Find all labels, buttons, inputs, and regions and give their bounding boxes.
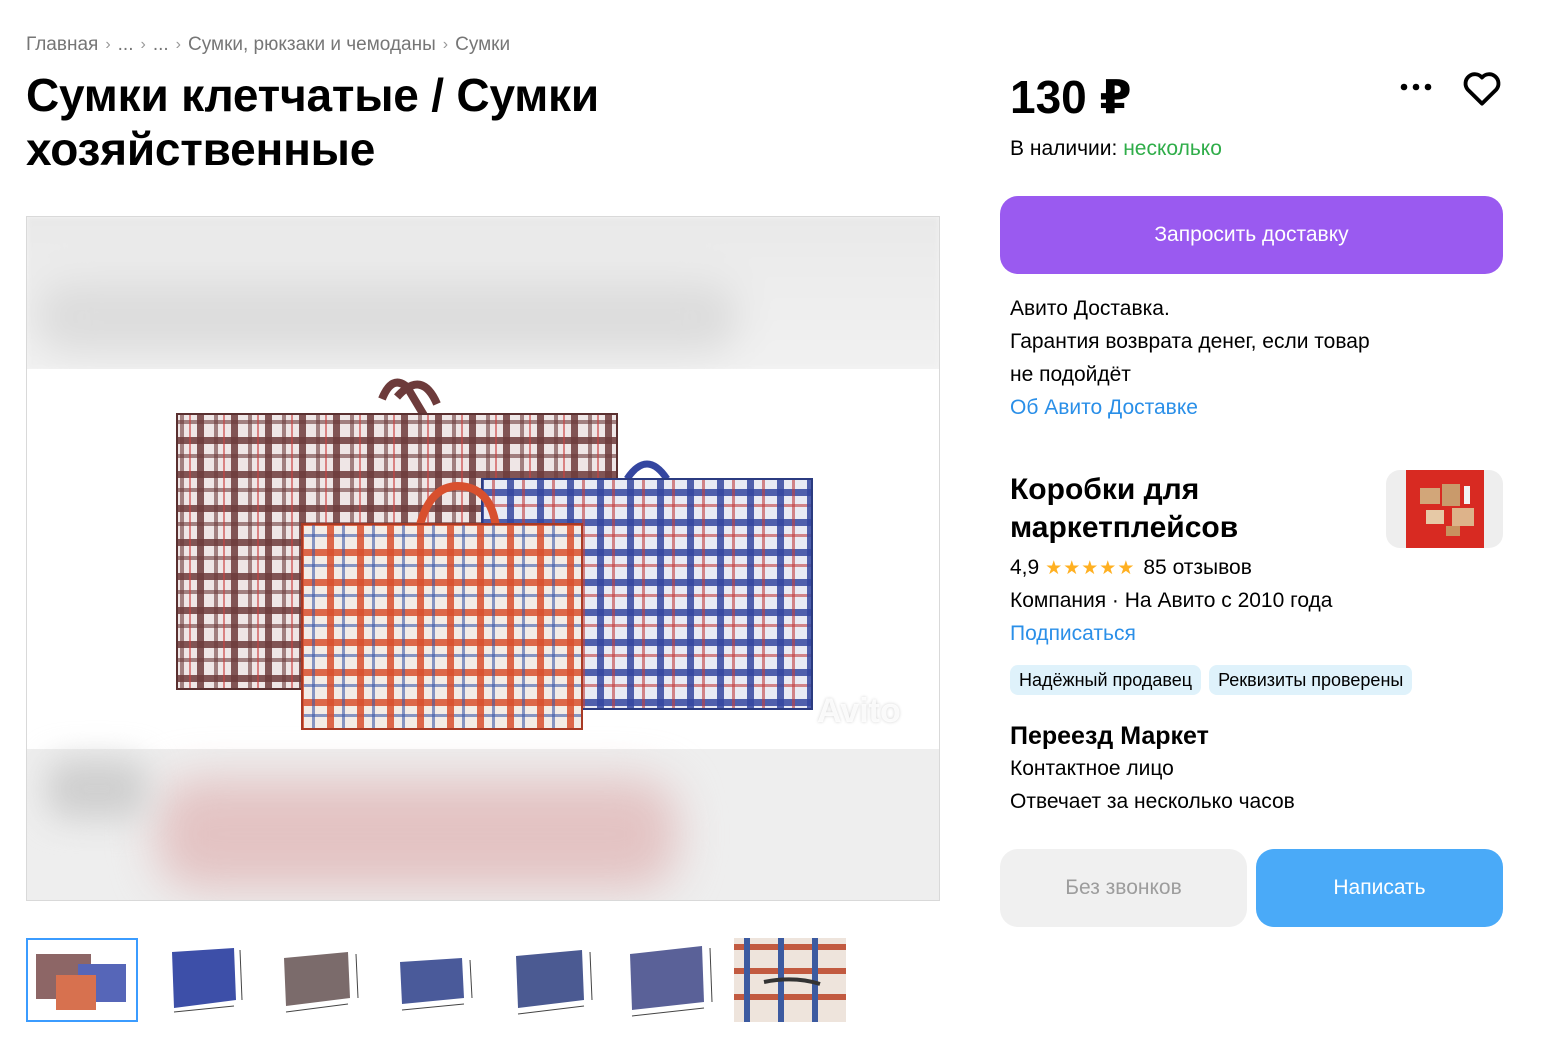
subscribe-link[interactable]: Подписаться	[1010, 622, 1136, 646]
breadcrumb-item-bags-backpacks[interactable]: Сумки, рюкзаки и чемоданы	[188, 34, 436, 56]
verified-details-badge[interactable]: Реквизиты проверены	[1209, 665, 1413, 695]
thumbnail-2[interactable]	[144, 938, 256, 1022]
availability-value: несколько	[1123, 137, 1222, 160]
chevron-right-icon: ›	[442, 36, 449, 53]
main-photo[interactable]: Avito	[26, 216, 940, 901]
availability: В наличии: несколько	[1010, 137, 1222, 161]
thumbnail-5[interactable]	[498, 938, 610, 1022]
seller-badges: Надёжный продавец Реквизиты проверены	[1010, 665, 1413, 695]
price: 130 ₽	[1010, 71, 1132, 123]
no-calls-button[interactable]: Без звонков	[1000, 849, 1247, 927]
breadcrumb: Главная › ... › ... › Сумки, рюкзаки и ч…	[26, 34, 510, 56]
star-icon: ★★★★★	[1045, 557, 1136, 579]
delivery-info: Авито Доставка. Гарантия возврата денег,…	[1010, 292, 1370, 424]
avito-watermark: Avito	[817, 692, 901, 730]
product-image	[27, 369, 939, 749]
seller-avatar[interactable]	[1386, 470, 1503, 548]
contact-name: Переезд Маркет	[1010, 722, 1209, 750]
favorite-button[interactable]	[1460, 66, 1504, 110]
seller-company-info: Компания · На Авито с 2010 года	[1010, 589, 1333, 612]
contact-role: Контактное лицо	[1010, 757, 1174, 780]
about-delivery-link[interactable]: Об Авито Доставке	[1010, 391, 1370, 424]
reliable-seller-badge[interactable]: Надёжный продавец	[1010, 665, 1202, 695]
more-dots-icon	[1400, 83, 1432, 91]
photo-blur-bottom	[27, 749, 939, 900]
thumbnail-1[interactable]	[26, 938, 138, 1022]
breadcrumb-item-home[interactable]: Главная	[26, 34, 98, 56]
thumbnail-strip	[26, 938, 852, 1022]
delivery-line-3: не подойдёт	[1010, 363, 1131, 386]
thumbnail-7[interactable]	[734, 938, 846, 1022]
page-title: Сумки клетчатые / Сумки хозяйственные	[26, 69, 599, 175]
heart-icon	[1463, 72, 1501, 106]
seller-name[interactable]: Коробки для маркетплейсов	[1010, 471, 1350, 547]
more-options-button[interactable]	[1395, 66, 1437, 108]
delivery-line-1: Авито Доставка.	[1010, 297, 1170, 320]
response-time: Отвечает за несколько часов	[1010, 790, 1295, 813]
write-message-button[interactable]: Написать	[1256, 849, 1503, 927]
photo-blur-top	[27, 217, 939, 369]
chevron-right-icon: ›	[140, 36, 146, 53]
delivery-line-2: Гарантия возврата денег, если товар	[1010, 330, 1370, 353]
thumbnail-6[interactable]	[616, 938, 728, 1022]
chevron-right-icon: ›	[105, 36, 111, 53]
request-delivery-button[interactable]: Запросить доставку	[1000, 196, 1503, 274]
availability-label: В наличии:	[1010, 137, 1118, 160]
breadcrumb-item-bags[interactable]: Сумки	[455, 34, 510, 56]
seller-rating: 4,9 ★★★★★ 85 отзывов	[1010, 556, 1252, 580]
thumbnail-3[interactable]	[262, 938, 374, 1022]
rating-value: 4,9	[1010, 556, 1040, 579]
breadcrumb-item-ellipsis-1[interactable]: ...	[118, 34, 134, 56]
thumbnail-4[interactable]	[380, 938, 492, 1022]
reviews-link[interactable]: 85 отзывов	[1143, 556, 1252, 580]
breadcrumb-item-ellipsis-2[interactable]: ...	[153, 34, 169, 56]
chevron-right-icon: ›	[175, 36, 181, 53]
